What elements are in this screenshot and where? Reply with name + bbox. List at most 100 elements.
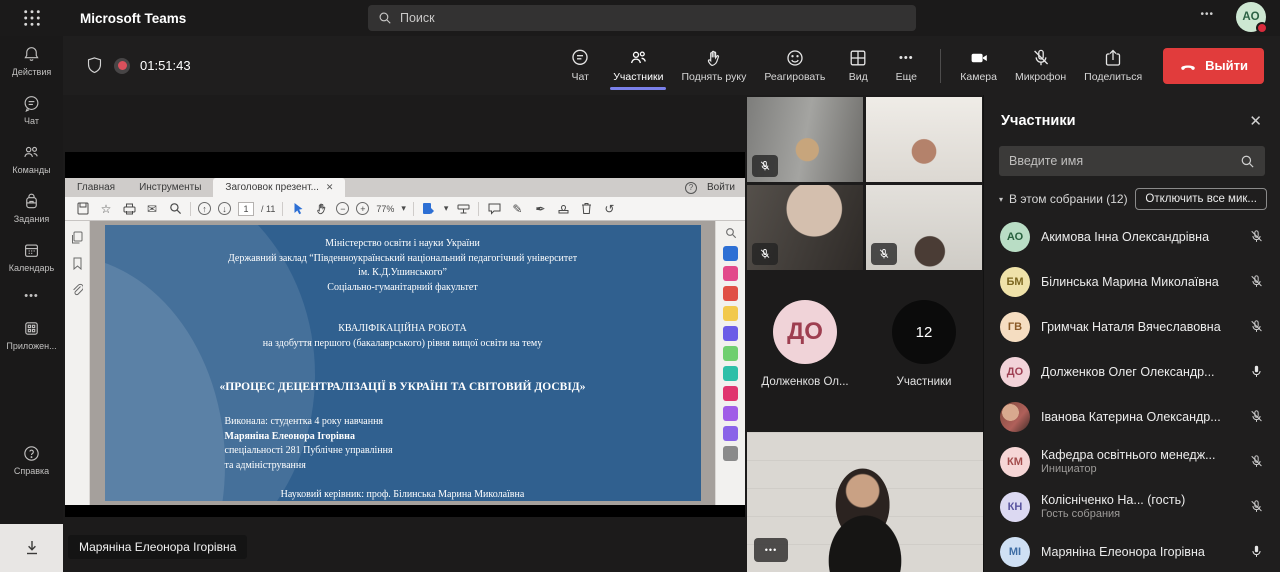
- zoom-caret-icon[interactable]: ▾: [401, 203, 406, 214]
- delete-tool-icon[interactable]: [578, 201, 594, 217]
- participants-count-tile[interactable]: 12 Участники: [866, 276, 982, 412]
- section-chevron-icon[interactable]: ▾: [999, 195, 1003, 204]
- video-more-button[interactable]: •••: [754, 538, 788, 562]
- mic-muted-icon[interactable]: [1249, 409, 1264, 424]
- sign-pen-tool-icon[interactable]: [723, 426, 738, 441]
- mic-muted-icon[interactable]: [1249, 229, 1264, 244]
- sign-tool-icon[interactable]: ✒: [532, 201, 548, 217]
- comment-tool-icon[interactable]: [486, 201, 502, 217]
- participant-row[interactable]: Іванова Катерина Олександр...: [984, 394, 1280, 439]
- close-panel-icon[interactable]: ✕: [1249, 112, 1262, 130]
- sidebar-item-activity[interactable]: Действия: [0, 36, 63, 85]
- more-tools-icon[interactable]: [723, 446, 738, 461]
- share-button[interactable]: Поделиться: [1075, 42, 1151, 90]
- participant-video[interactable]: [747, 97, 863, 182]
- hand-tool-icon[interactable]: [313, 201, 329, 217]
- combine-files-tool-icon[interactable]: [723, 326, 738, 341]
- microphone-button[interactable]: Микрофон: [1006, 42, 1075, 90]
- sidebar-item-assignments[interactable]: Задания: [0, 183, 63, 232]
- participant-row[interactable]: ДО Долженков Олег Олександр...: [984, 349, 1280, 394]
- zoom-in-icon[interactable]: +: [356, 202, 370, 215]
- search-input[interactable]: [400, 11, 906, 25]
- email-icon[interactable]: ✉: [144, 201, 160, 217]
- zoom-out-icon[interactable]: −: [336, 202, 350, 215]
- chat-button[interactable]: Чат: [556, 42, 604, 90]
- mic-muted-badge: [752, 243, 778, 265]
- mic-muted-icon[interactable]: [1249, 274, 1264, 289]
- participant-video[interactable]: [747, 185, 863, 270]
- pdf-tab-document[interactable]: Заголовок презент... ✕: [213, 178, 346, 197]
- raise-hand-button[interactable]: Поднять руку: [672, 42, 755, 90]
- participant-search-input[interactable]: [1009, 154, 1240, 168]
- pdf-page-canvas[interactable]: Міністерство освіти і науки України Держ…: [90, 221, 715, 505]
- participant-row[interactable]: КН Колісніченко На... (гость) Гость собр…: [984, 484, 1280, 529]
- mic-active-icon[interactable]: [1249, 364, 1264, 379]
- pdf-tab-tools[interactable]: Инструменты: [127, 178, 213, 197]
- mute-all-button[interactable]: Отключить все мик...: [1135, 188, 1267, 210]
- page-up-icon[interactable]: ↑: [198, 202, 211, 215]
- sidebar-item-teams[interactable]: Команды: [0, 134, 63, 183]
- bookmarks-icon[interactable]: [69, 255, 85, 271]
- participant-row[interactable]: МІ Маряніна Елеонора Ігорівна: [984, 529, 1280, 572]
- page-down-icon[interactable]: ↓: [218, 202, 231, 215]
- export-pdf-icon[interactable]: [421, 201, 437, 217]
- participant-video[interactable]: [866, 97, 982, 182]
- select-cursor-icon[interactable]: [290, 201, 306, 217]
- mic-muted-icon[interactable]: [1249, 319, 1264, 334]
- participant-row[interactable]: БМ Білинська Марина Миколаївна: [984, 259, 1280, 304]
- search-tool-icon[interactable]: [723, 225, 739, 241]
- waffle-icon: [23, 10, 40, 26]
- sidebar-item-apps[interactable]: Приложен...: [0, 310, 63, 359]
- compress-pdf-tool-icon[interactable]: [723, 366, 738, 381]
- camera-button[interactable]: Камера: [951, 42, 1006, 90]
- pdf-sign-in-link[interactable]: Войти: [707, 182, 735, 193]
- export-pdf-tool-icon[interactable]: [723, 246, 738, 261]
- sidebar-item-calendar[interactable]: Календарь: [0, 232, 63, 281]
- star-icon[interactable]: ☆: [98, 201, 114, 217]
- sidebar-item-more[interactable]: •••: [0, 281, 63, 310]
- zoom-level-dropdown[interactable]: 77%: [376, 204, 394, 214]
- comment-panel-tool-icon[interactable]: [723, 306, 738, 321]
- measure-tool-icon[interactable]: [455, 201, 471, 217]
- edit-pdf-tool-icon[interactable]: [723, 266, 738, 281]
- page-thumbnails-icon[interactable]: [69, 229, 85, 245]
- find-icon[interactable]: [167, 201, 183, 217]
- mic-active-icon[interactable]: [1249, 544, 1264, 559]
- react-button[interactable]: Реагировать: [755, 42, 834, 90]
- fill-sign-tool-icon[interactable]: [723, 386, 738, 401]
- export-caret-icon[interactable]: ▾: [444, 203, 449, 214]
- mic-muted-icon[interactable]: [1249, 454, 1264, 469]
- page-number-input[interactable]: 1: [238, 201, 254, 216]
- profile-avatar[interactable]: AO: [1236, 2, 1268, 34]
- create-pdf-tool-icon[interactable]: [723, 286, 738, 301]
- sidebar-item-help[interactable]: Справка: [0, 435, 63, 484]
- participants-button[interactable]: Участники: [604, 42, 672, 90]
- participant-row[interactable]: АО Акимова Інна Олександрівна: [984, 214, 1280, 259]
- mic-muted-icon[interactable]: [1249, 499, 1264, 514]
- more-actions-button[interactable]: ••• Еще: [882, 42, 930, 90]
- print-icon[interactable]: [121, 201, 137, 217]
- app-launcher-button[interactable]: [0, 9, 63, 27]
- participant-video[interactable]: [866, 185, 982, 270]
- search-box[interactable]: [368, 5, 916, 31]
- tab-close-icon[interactable]: ✕: [326, 182, 334, 193]
- participant-row[interactable]: КМ Кафедра освітнього менедж... Инициато…: [984, 439, 1280, 484]
- topbar-more-button[interactable]: •••: [1200, 9, 1214, 20]
- download-desktop-app-button[interactable]: [0, 524, 63, 572]
- stamp-tool-icon[interactable]: [555, 201, 571, 217]
- pdf-tab-home[interactable]: Главная: [65, 178, 127, 197]
- view-button[interactable]: Вид: [834, 42, 882, 90]
- pdf-help-icon[interactable]: ?: [685, 181, 698, 194]
- save-file-icon[interactable]: [75, 201, 91, 217]
- undo-icon[interactable]: ↺: [601, 201, 617, 217]
- sidebar-item-chat[interactable]: Чат: [0, 85, 63, 134]
- participant-avatar-tile[interactable]: ДО Долженков Ол...: [747, 276, 863, 412]
- pencil-tool-icon[interactable]: ✎: [509, 201, 525, 217]
- participant-search-box[interactable]: [999, 146, 1265, 176]
- presenter-video[interactable]: •••: [747, 432, 983, 572]
- attachments-icon[interactable]: [69, 281, 85, 297]
- organize-pages-tool-icon[interactable]: [723, 346, 738, 361]
- leave-button[interactable]: Выйти: [1163, 47, 1264, 84]
- participant-row[interactable]: ГВ Гримчак Наталя Вячеславовна: [984, 304, 1280, 349]
- protect-tool-icon[interactable]: [723, 406, 738, 421]
